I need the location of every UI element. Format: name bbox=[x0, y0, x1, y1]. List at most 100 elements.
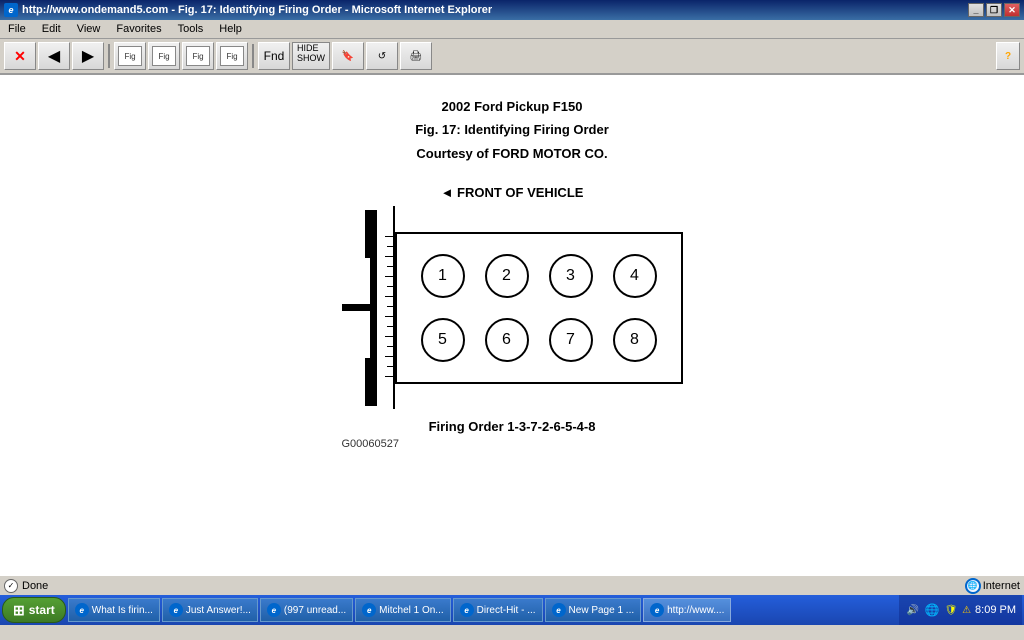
taskbar-item-4[interactable]: e Mitchel 1 On... bbox=[355, 598, 450, 622]
cylinder-1-circle: 1 bbox=[421, 254, 465, 298]
browser-content: 2002 Ford Pickup F150 Fig. 17: Identifyi… bbox=[0, 75, 1024, 575]
notification-icon: ⚠ bbox=[962, 605, 971, 616]
cylinder-8: 8 bbox=[605, 310, 665, 370]
cylinder-4-circle: 4 bbox=[613, 254, 657, 298]
forward-button[interactable]: ▶ bbox=[72, 42, 104, 70]
taskbar-items: e What Is firin... e Just Answer!... e (… bbox=[68, 598, 897, 622]
forward-icon: ▶ bbox=[82, 46, 94, 66]
restore-button[interactable]: ❐ bbox=[986, 3, 1002, 17]
fig-button-1[interactable]: Fig bbox=[114, 42, 146, 70]
crank-top bbox=[365, 210, 377, 258]
cylinder-5: 5 bbox=[413, 310, 473, 370]
taskbar-ie-icon-7: e bbox=[650, 603, 664, 617]
close-button[interactable]: ✕ bbox=[1004, 3, 1020, 17]
taskbar-item-2[interactable]: e Just Answer!... bbox=[162, 598, 258, 622]
tick-7 bbox=[385, 296, 393, 297]
internet-zone-area: 🌐 Internet bbox=[965, 578, 1020, 594]
cylinder-6-circle: 6 bbox=[485, 318, 529, 362]
start-button[interactable]: ⊞ start bbox=[2, 597, 66, 623]
page-header: 2002 Ford Pickup F150 Fig. 17: Identifyi… bbox=[415, 95, 609, 165]
speaker-icon: 🔊 bbox=[905, 602, 921, 618]
fig-button-4[interactable]: Fig bbox=[216, 42, 248, 70]
fig-icon-3: Fig bbox=[186, 46, 210, 66]
cylinder-1: 1 bbox=[413, 246, 473, 306]
fig-button-2[interactable]: Fig bbox=[148, 42, 180, 70]
back-button[interactable]: ◀ bbox=[38, 42, 70, 70]
zone-label: Internet bbox=[983, 580, 1020, 592]
title-bar-text: e http://www.ondemand5.com - Fig. 17: Id… bbox=[4, 3, 492, 17]
toolbar: ✕ ◀ ▶ Fig Fig Fig Fig Fnd HIDESHOW 🔖 ↺ 🖨… bbox=[0, 39, 1024, 75]
tick-11 bbox=[385, 336, 393, 337]
print-button[interactable]: 🖨 bbox=[400, 42, 432, 70]
taskbar-ie-icon-4: e bbox=[362, 603, 376, 617]
tick-13 bbox=[385, 356, 393, 357]
cylinder-7: 7 bbox=[541, 310, 601, 370]
taskbar-right: 🔊 🌐 🛡 ⚠ 8:09 PM bbox=[899, 595, 1022, 625]
menu-help[interactable]: Help bbox=[215, 22, 246, 36]
stop-button[interactable]: ✕ bbox=[4, 42, 36, 70]
tick-4 bbox=[387, 266, 393, 267]
figure-title: Fig. 17: Identifying Firing Order bbox=[415, 118, 609, 141]
tick-6 bbox=[387, 286, 393, 287]
taskbar-ie-icon-6: e bbox=[552, 603, 566, 617]
fig-icon-4: Fig bbox=[220, 46, 244, 66]
toolbar-separator-1 bbox=[108, 44, 110, 68]
taskbar-item-2-label: Just Answer!... bbox=[186, 605, 251, 616]
tick-2 bbox=[387, 246, 393, 247]
help-button[interactable]: ? bbox=[996, 42, 1020, 70]
refresh-button[interactable]: ↺ bbox=[366, 42, 398, 70]
tick-5 bbox=[385, 276, 393, 277]
taskbar-item-1-label: What Is firin... bbox=[92, 605, 153, 616]
crank-bottom bbox=[365, 358, 377, 406]
cylinder-8-circle: 8 bbox=[613, 318, 657, 362]
menu-favorites[interactable]: Favorites bbox=[112, 22, 165, 36]
crank-middle bbox=[342, 258, 377, 358]
diagram-area: ◄ FRONT OF VEHICLE bbox=[342, 185, 683, 450]
tick-10 bbox=[387, 326, 393, 327]
crank-arm bbox=[342, 304, 370, 311]
cylinder-3: 3 bbox=[541, 246, 601, 306]
taskbar-item-5[interactable]: e Direct-Hit - ... bbox=[453, 598, 543, 622]
tick-12 bbox=[387, 346, 393, 347]
vehicle-title: 2002 Ford Pickup F150 bbox=[415, 95, 609, 118]
taskbar-ie-icon-5: e bbox=[460, 603, 474, 617]
fig-icon-2: Fig bbox=[152, 46, 176, 66]
taskbar-item-7[interactable]: e http://www.... bbox=[643, 598, 731, 622]
tick-14 bbox=[387, 366, 393, 367]
taskbar-item-7-label: http://www.... bbox=[667, 605, 724, 616]
cylinder-box: 1 2 3 4 5 6 7 bbox=[395, 232, 683, 384]
taskbar-item-5-label: Direct-Hit - ... bbox=[477, 605, 536, 616]
menu-file[interactable]: File bbox=[4, 22, 30, 36]
bookmark-button[interactable]: 🔖 bbox=[332, 42, 364, 70]
crankshaft bbox=[342, 210, 377, 406]
fig-button-3[interactable]: Fig bbox=[182, 42, 214, 70]
fig-icon-1: Fig bbox=[118, 46, 142, 66]
front-of-vehicle-label: ◄ FRONT OF VEHICLE bbox=[441, 185, 584, 200]
status-text: Done bbox=[22, 580, 48, 592]
menu-edit[interactable]: Edit bbox=[38, 22, 65, 36]
status-icon: ✓ bbox=[4, 579, 18, 593]
ie-logo-icon: e bbox=[4, 3, 18, 17]
window-title: http://www.ondemand5.com - Fig. 17: Iden… bbox=[22, 4, 492, 16]
taskbar-item-6[interactable]: e New Page 1 ... bbox=[545, 598, 642, 622]
taskbar-item-3[interactable]: e (997 unread... bbox=[260, 598, 353, 622]
minimize-button[interactable]: _ bbox=[968, 3, 984, 17]
tick-15 bbox=[385, 376, 393, 377]
window-controls[interactable]: _ ❐ ✕ bbox=[968, 3, 1020, 17]
menu-view[interactable]: View bbox=[73, 22, 105, 36]
back-icon: ◀ bbox=[48, 46, 60, 66]
cylinder-4: 4 bbox=[605, 246, 665, 306]
title-bar: e http://www.ondemand5.com - Fig. 17: Id… bbox=[0, 0, 1024, 20]
taskbar-item-1[interactable]: e What Is firin... bbox=[68, 598, 160, 622]
status-done-area: ✓ Done bbox=[4, 579, 48, 593]
security-icon: 🛡 bbox=[943, 602, 959, 618]
taskbar[interactable]: ⊞ start e What Is firin... e Just Answer… bbox=[0, 595, 1024, 625]
refresh-icon: ↺ bbox=[378, 51, 386, 62]
taskbar-item-4-label: Mitchel 1 On... bbox=[379, 605, 443, 616]
find-button[interactable]: Fnd bbox=[258, 42, 290, 70]
crank-vert bbox=[370, 258, 377, 358]
cylinder-2: 2 bbox=[477, 246, 537, 306]
menu-tools[interactable]: Tools bbox=[174, 22, 208, 36]
hide-show-button[interactable]: HIDESHOW bbox=[292, 42, 330, 70]
tick-1 bbox=[385, 236, 393, 237]
